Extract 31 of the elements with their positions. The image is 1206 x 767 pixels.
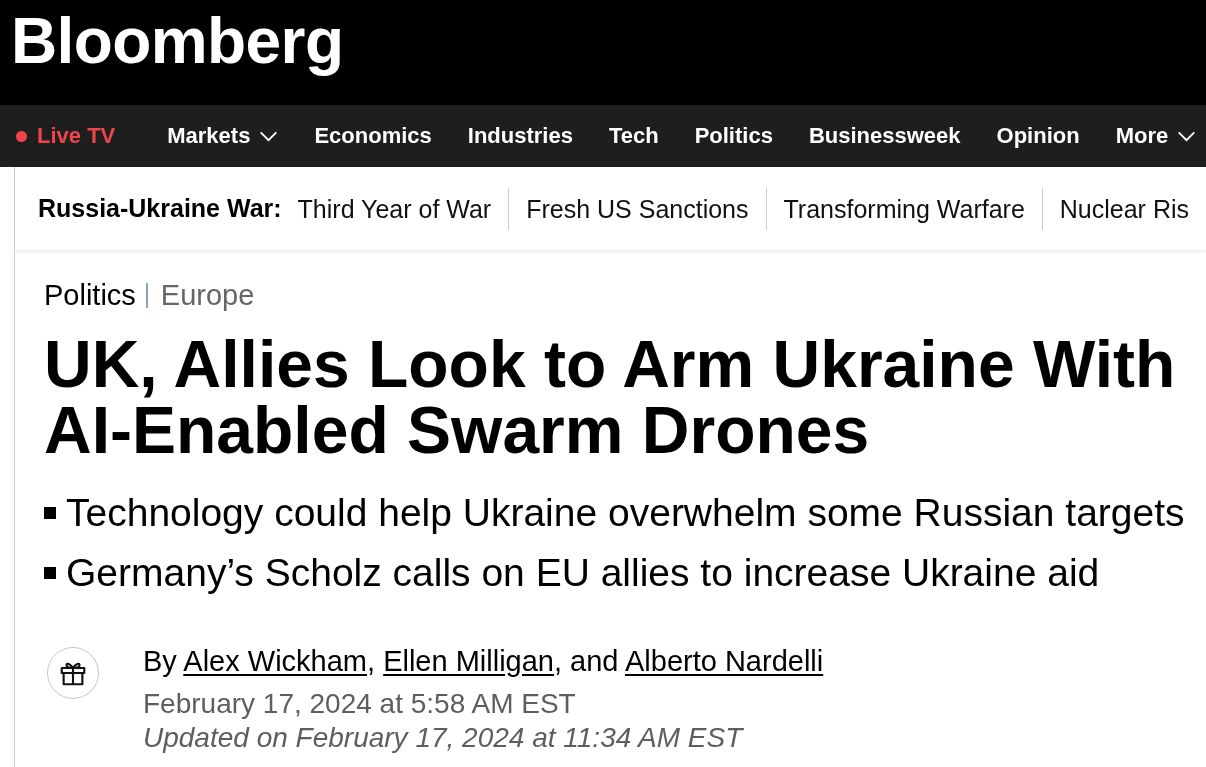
square-bullet-icon <box>44 567 56 579</box>
topic-link[interactable]: Nuclear Ris <box>1041 187 1206 230</box>
nav-link[interactable]: More <box>1115 123 1197 149</box>
logo[interactable]: Bloomberg <box>11 4 344 78</box>
headline: UK, Allies Look to Arm Ukraine With AI-Enabled Swarm Drones <box>44 331 1177 463</box>
topic-link[interactable]: Transforming Warfare <box>765 187 1042 230</box>
section-link[interactable]: Politics <box>44 278 136 312</box>
square-bullet-icon <box>44 507 56 519</box>
author-link[interactable]: Alex Wickham <box>183 645 367 677</box>
byline: By Alex Wickham, Ellen Milligan, and Alberto Nardelli <box>143 644 824 679</box>
author-link[interactable]: Alberto Nardelli <box>624 645 824 677</box>
topic-label: Russia-Ukraine War: <box>38 194 282 223</box>
nav-link[interactable]: Politics <box>694 123 773 149</box>
live-dot-icon <box>16 130 27 142</box>
nav-link[interactable]: Industries <box>467 123 573 149</box>
author-link[interactable]: Ellen Milligan <box>383 645 554 677</box>
updated-date: Updated on February 17, 2024 at 11:34 AM EST <box>143 721 745 755</box>
summary-bullet: Technology could help Ukraine overwhelm some Russian targets <box>66 490 1185 536</box>
caret-icon <box>1177 130 1197 142</box>
summary-bullet: Germany’s Scholz calls on EU allies to increase Ukraine aid <box>66 550 1100 596</box>
topic-link[interactable]: Third Year of War <box>297 187 509 230</box>
publish-date: February 17, 2024 at 5:58 AM EST <box>143 687 577 721</box>
nav-link[interactable]: Economics <box>314 123 432 149</box>
nav-link[interactable]: Tech <box>608 123 659 149</box>
caret-icon <box>259 130 279 142</box>
gift-button[interactable] <box>47 647 99 699</box>
nav-link[interactable]: Live TV <box>16 123 116 149</box>
nav-link[interactable]: Opinion <box>996 123 1080 149</box>
topic-link[interactable]: Fresh US Sanctions <box>508 187 766 230</box>
nav-link[interactable]: Businessweek <box>808 123 961 149</box>
nav-link[interactable]: Markets <box>167 123 279 149</box>
